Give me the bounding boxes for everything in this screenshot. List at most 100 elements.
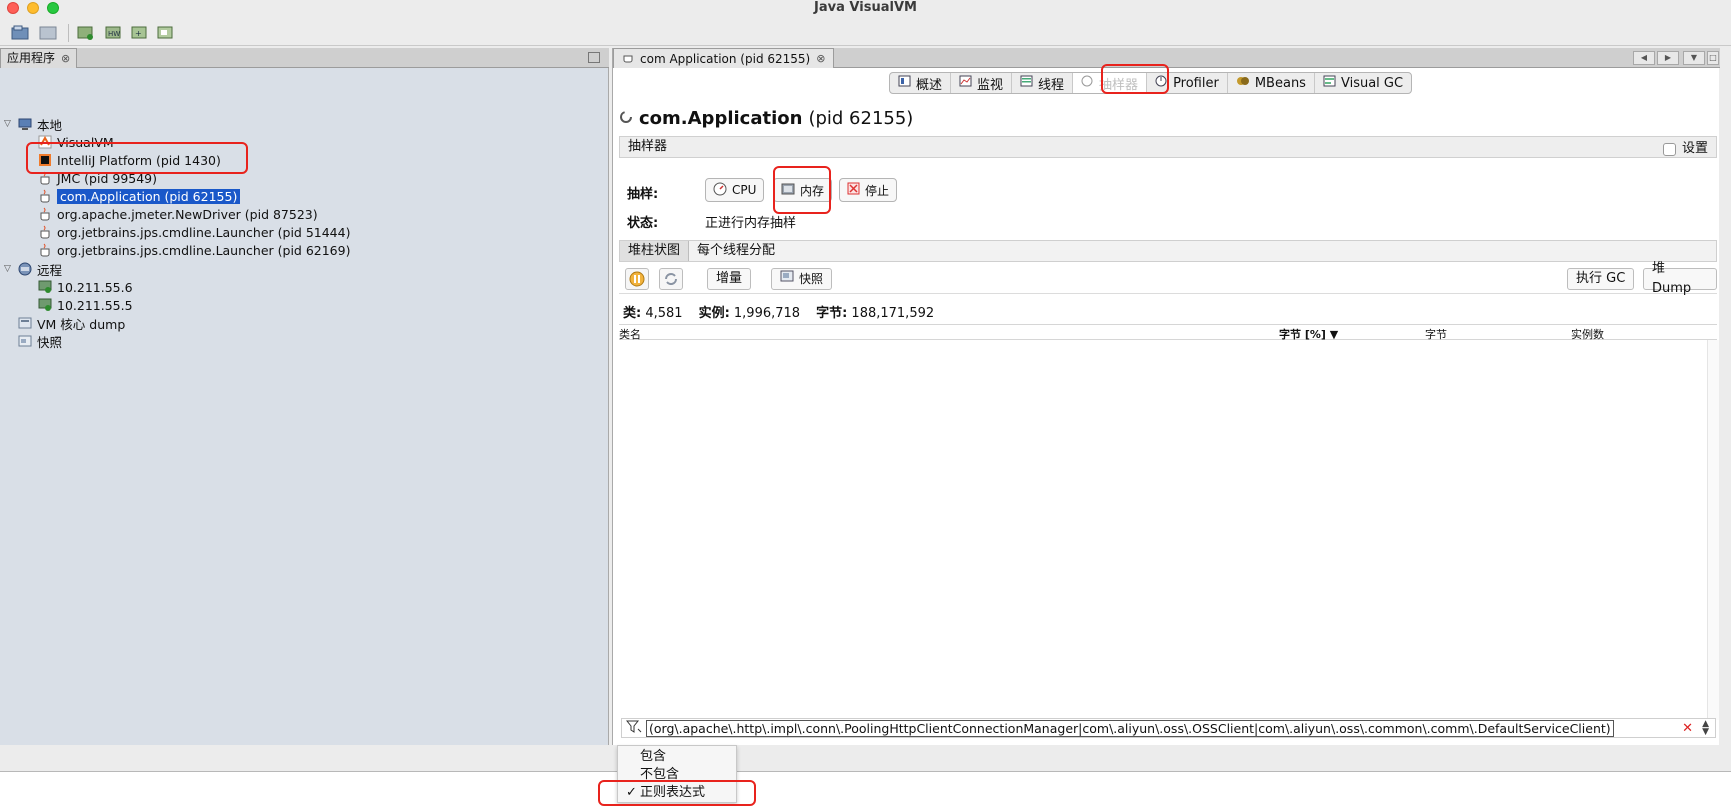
tree-label: 10.211.55.5 — [57, 297, 133, 313]
overview-icon — [898, 75, 911, 91]
menu-item-regex[interactable]: ✓ 正则表达式 — [626, 784, 706, 802]
sampler-section-title: 抽样器 — [628, 139, 668, 154]
filter-icon[interactable] — [625, 720, 642, 737]
tree-label: 本地 — [37, 117, 63, 133]
maximize-icon[interactable]: □ — [1707, 51, 1719, 65]
perform-gc-button[interactable]: 执行 GC — [1567, 268, 1635, 290]
snapshot-button-label: 快照 — [799, 272, 824, 286]
menu-item-contains[interactable]: 包含 — [640, 748, 666, 766]
tab-applications[interactable]: 应用程序 ⊗ — [0, 48, 78, 68]
tree-node-jmeter[interactable]: org.apache.jmeter.NewDriver (pid 87523) — [38, 205, 318, 223]
refresh-icon — [665, 273, 677, 285]
add-remote-host-icon[interactable]: HW — [104, 23, 124, 43]
chevron-down-icon[interactable]: ▽ — [4, 264, 11, 274]
results-scrollbar[interactable] — [1707, 340, 1719, 720]
tab-monitor[interactable]: 监视 — [951, 73, 1013, 93]
tree-node-visualvm[interactable]: VisualVM — [38, 133, 114, 151]
menu-item-not-contains[interactable]: 不包含 — [640, 766, 679, 784]
settings-checkbox[interactable] — [1662, 142, 1676, 156]
sort-descending-icon: ▼ — [1329, 328, 1339, 341]
main-toolbar: HW + — [0, 20, 1731, 46]
pause-button[interactable] — [625, 268, 649, 290]
tab-sampler[interactable]: 抽样器 — [1073, 73, 1148, 93]
column-class-name[interactable]: 类名 — [619, 326, 641, 342]
tree-label: org.apache.jmeter.NewDriver (pid 87523) — [57, 206, 318, 222]
tab-com-application[interactable]: com Application (pid 62155) ⊗ — [613, 48, 835, 68]
tab-threads-label: 线程 — [1038, 77, 1065, 93]
window-close-button[interactable] — [7, 2, 19, 14]
delta-button[interactable]: 增量 — [707, 268, 752, 290]
window-zoom-button[interactable] — [47, 2, 59, 14]
memory-button-label: 内存 — [800, 183, 825, 198]
close-tab-icon[interactable]: ⊗ — [816, 52, 825, 65]
window-minimize-button[interactable] — [27, 2, 39, 14]
applications-tabbar — [0, 48, 609, 68]
tab-list-dropdown-icon[interactable]: ▼ — [1683, 51, 1705, 65]
menu-item-regex-label: 正则表达式 — [640, 785, 706, 800]
window-title: Java VisualVM — [814, 0, 917, 15]
tab-profiler[interactable]: Profiler — [1147, 73, 1228, 93]
tab-visual-gc[interactable]: Visual GC — [1315, 73, 1411, 93]
clear-filter-icon[interactable]: ✕ — [1682, 721, 1693, 736]
page-title-pid: (pid 62155) — [808, 108, 914, 129]
filter-input[interactable]: (org\.apache\.http\.impl\.conn\.PoolingH… — [646, 719, 1614, 737]
app-window: Java VisualVM HW + 应用程序 ⊗ ▽ 本地 VisualVM … — [0, 0, 1731, 772]
open-file-icon[interactable] — [10, 23, 30, 43]
memory-sample-button[interactable]: 内存 — [773, 178, 833, 202]
tab-per-thread-allocations[interactable]: 每个线程分配 — [689, 241, 783, 261]
classes-stat: 类: 4,581 — [623, 306, 683, 321]
java-cup-icon — [38, 189, 52, 203]
refresh-button[interactable] — [659, 268, 683, 290]
column-bytes-percent[interactable]: 字节 [%] ▼ — [1279, 326, 1338, 342]
tab-overview[interactable]: 概述 — [890, 73, 952, 93]
column-bytes[interactable]: 字节 — [1425, 326, 1447, 342]
tree-node-host-1[interactable]: 10.211.55.6 — [38, 278, 133, 296]
tab-visual-gc-label: Visual GC — [1340, 75, 1404, 91]
tab-mbeans-label: MBeans — [1254, 75, 1306, 91]
add-core-dump-icon[interactable]: + — [130, 23, 150, 43]
cpu-sample-button[interactable]: CPU — [705, 178, 765, 202]
java-cup-icon — [622, 51, 634, 66]
scroll-tabs-left-icon[interactable]: ◀ — [1633, 51, 1655, 65]
results-table-header: 类名 字节 [%] ▼ 字节 实例数 — [619, 324, 1717, 342]
cpu-gauge-icon — [713, 182, 727, 199]
java-cup-icon — [38, 243, 52, 257]
remote-host-icon — [38, 280, 52, 294]
add-jmx-connection-icon[interactable] — [76, 23, 96, 43]
tree-node-local[interactable]: 本地 — [18, 115, 62, 133]
tree-node-intellij[interactable]: IntelliJ Platform (pid 1430) — [38, 151, 221, 169]
tree-node-snapshots[interactable]: 快照 — [18, 332, 62, 350]
stop-icon — [847, 182, 860, 198]
tree-node-remote[interactable]: 远程 — [18, 260, 62, 278]
tree-node-core-dump[interactable]: VM 核心 dump — [18, 314, 125, 332]
tree-label: org.jetbrains.jps.cmdline.Launcher (pid … — [57, 224, 351, 240]
tab-applications-label: 应用程序 — [7, 51, 56, 65]
status-value: 正进行内存抽样 — [705, 216, 797, 231]
results-table-body — [619, 341, 1717, 701]
snapshot-button[interactable]: 快照 — [771, 268, 833, 290]
filter-history-stepper-icon[interactable]: ▲ ▼ — [1702, 720, 1709, 737]
add-snapshot-icon[interactable] — [156, 23, 176, 43]
save-icon[interactable] — [38, 23, 58, 43]
tree-node-host-2[interactable]: 10.211.55.5 — [38, 296, 133, 314]
scroll-tabs-right-icon[interactable]: ▶ — [1657, 51, 1679, 65]
heap-dump-button[interactable]: 堆 Dump — [1643, 261, 1717, 296]
svg-text:HW: HW — [108, 30, 120, 38]
close-tab-icon[interactable]: ⊗ — [61, 49, 70, 68]
chevron-down-icon[interactable]: ▽ — [4, 119, 11, 129]
column-instances[interactable]: 实例数 — [1571, 326, 1604, 342]
tree-node-jmc[interactable]: JMC (pid 99549) — [38, 169, 157, 187]
remote-hosts-icon — [18, 262, 32, 276]
sampler-icon — [1081, 75, 1094, 91]
tree-node-launcher-62169[interactable]: org.jetbrains.jps.cmdline.Launcher (pid … — [38, 241, 350, 259]
visualvm-icon — [38, 135, 52, 149]
minimize-panel-icon[interactable] — [588, 52, 600, 63]
tree-node-com-application[interactable]: com.Application (pid 62155) — [38, 187, 241, 205]
tab-mbeans[interactable]: MBeans — [1228, 73, 1315, 93]
tab-heap-histogram[interactable]: 堆柱状图 — [620, 241, 690, 261]
tab-threads[interactable]: 线程 — [1012, 73, 1074, 93]
stop-sample-button[interactable]: 停止 — [839, 178, 898, 202]
heap-stats: 类: 4,581 实例: 1,996,718 字节: 188,171,592 — [623, 302, 934, 321]
tree-node-launcher-51444[interactable]: org.jetbrains.jps.cmdline.Launcher (pid … — [38, 223, 350, 241]
settings-toggle[interactable]: 设置 — [1662, 139, 1708, 159]
